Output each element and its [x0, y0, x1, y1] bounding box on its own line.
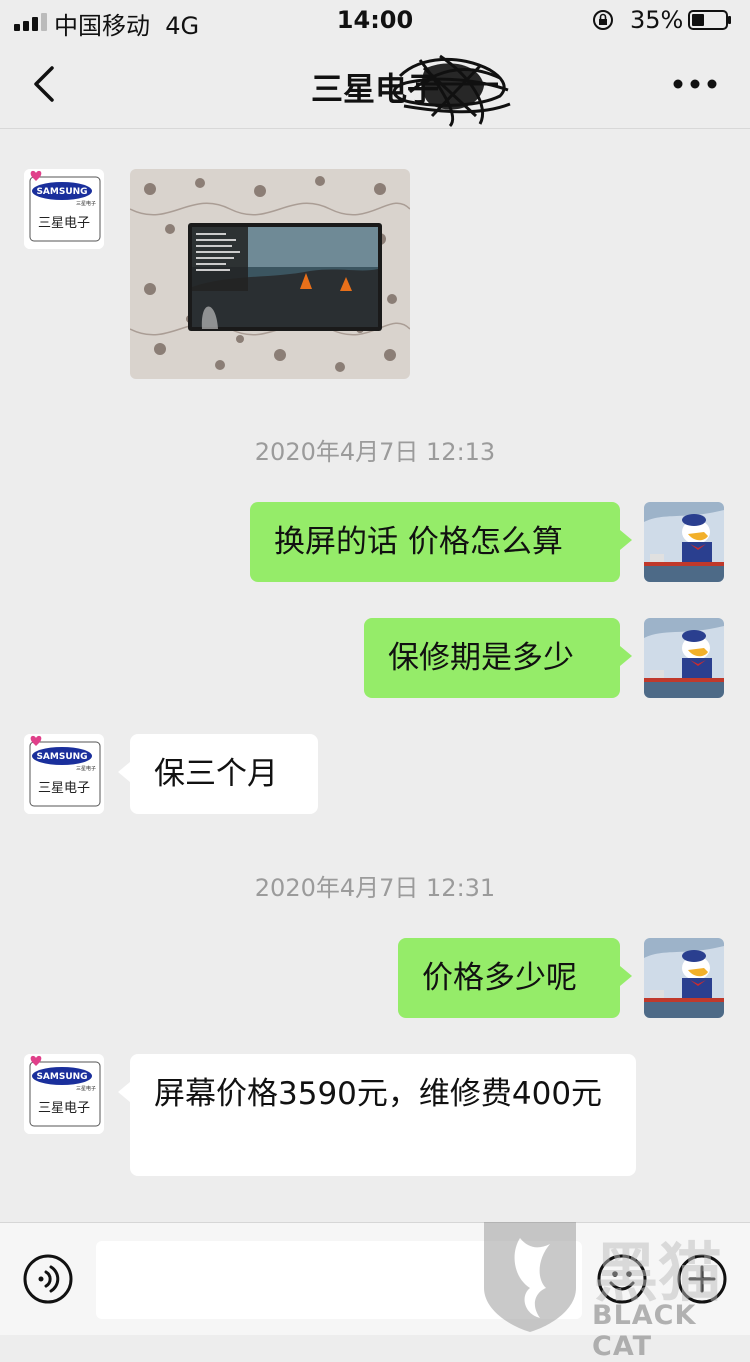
samsung-logo: SAMSUNG 三星电子 三星电子	[24, 734, 104, 814]
my-avatar[interactable]	[644, 502, 724, 582]
more-dots-icon[interactable]	[672, 78, 718, 90]
samsung-logo: SAMSUNG 三星电子 三星电子	[24, 169, 104, 249]
battery-icon	[688, 10, 731, 30]
svg-text:三星电子: 三星电子	[76, 765, 96, 772]
chat-title: 三星电子	[310, 70, 439, 108]
duck-avatar-image	[644, 502, 724, 582]
my-message-bubble[interactable]: 价格多少呢	[398, 938, 632, 1018]
message-text: 屏幕价格3590元，维修费400元	[154, 1076, 603, 1112]
my-avatar[interactable]	[644, 938, 724, 1018]
my-message-bubble[interactable]: 换屏的话 价格怎么算	[250, 502, 632, 582]
voice-icon[interactable]	[22, 1253, 74, 1305]
message-text: 价格多少呢	[422, 960, 577, 996]
duck-avatar-image	[644, 618, 724, 698]
timestamp: 2020年4月7日 12:31	[254, 874, 496, 902]
samsung-logo: SAMSUNG 三星电子 三星电子	[24, 1054, 104, 1134]
chat-header: 三星电子	[0, 40, 750, 129]
svg-text:三星电子: 三星电子	[38, 1101, 90, 1116]
photo-image	[130, 169, 410, 379]
other-message-bubble[interactable]: 保三个月	[118, 734, 318, 814]
avatar-samsung[interactable]: SAMSUNG 三星电子 三星电子	[24, 169, 104, 249]
black-cat-watermark-logo	[484, 1222, 576, 1332]
my-avatar[interactable]	[644, 618, 724, 698]
timestamp: 2020年4月7日 12:13	[254, 438, 496, 466]
svg-text:SAMSUNG: SAMSUNG	[36, 187, 87, 197]
avatar-samsung[interactable]: SAMSUNG 三星电子 三星电子	[24, 734, 104, 814]
status-bar: 中国移动 4G 14:00 35%	[0, 0, 750, 40]
rotation-lock-icon	[593, 10, 613, 30]
message-text: 保三个月	[154, 756, 278, 792]
message-text: 保修期是多少	[388, 640, 574, 676]
battery-percent: 35%	[630, 6, 684, 34]
message-text: 换屏的话 价格怎么算	[274, 524, 563, 560]
avatar-samsung[interactable]: SAMSUNG 三星电子 三星电子	[24, 1054, 104, 1134]
svg-text:三星电子: 三星电子	[76, 1085, 96, 1092]
svg-text:三星电子: 三星电子	[76, 200, 96, 207]
my-message-bubble[interactable]: 保修期是多少	[364, 618, 632, 698]
redaction-scribble	[392, 54, 511, 128]
svg-text:三星电子: 三星电子	[38, 781, 90, 796]
tv-photo-message[interactable]	[130, 169, 410, 379]
svg-text:SAMSUNG: SAMSUNG	[36, 1072, 87, 1082]
svg-text:SAMSUNG: SAMSUNG	[36, 752, 87, 762]
svg-text:三星电子: 三星电子	[38, 216, 90, 231]
other-message-bubble[interactable]: 屏幕价格3590元，维修费400元	[118, 1054, 636, 1176]
watermark-text: BLACK CAT	[592, 1300, 697, 1362]
duck-avatar-image	[644, 938, 724, 1018]
